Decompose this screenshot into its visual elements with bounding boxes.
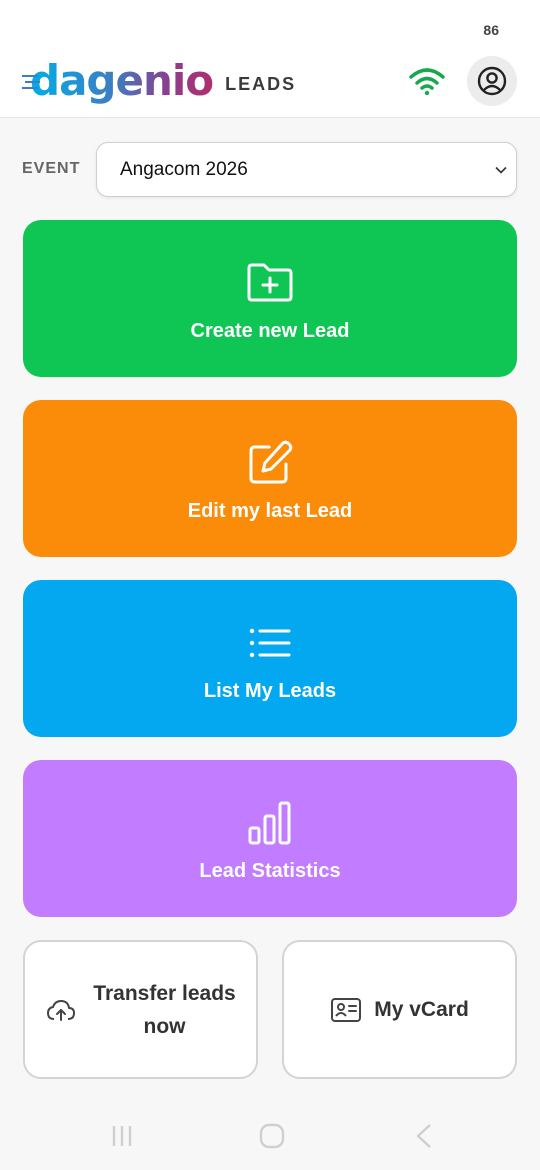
chevron-down-icon — [495, 166, 507, 174]
status-bar: 86 — [0, 0, 540, 50]
my-vcard-label: My vCard — [374, 998, 469, 1021]
cloud-upload-icon — [47, 1000, 75, 1021]
transfer-leads-label: Transfer leads now — [93, 981, 236, 1038]
system-navbar — [0, 1100, 540, 1170]
lead-statistics-button[interactable]: Lead Statistics — [23, 760, 517, 917]
id-card-icon — [331, 997, 362, 1022]
wifi-icon[interactable] — [408, 66, 446, 96]
edit-last-lead-button[interactable]: Edit my last Lead — [23, 400, 517, 557]
speed-lines-icon — [22, 75, 40, 89]
recent-apps-icon[interactable] — [108, 1122, 136, 1150]
my-vcard-button[interactable]: My vCard — [282, 940, 517, 1079]
create-new-lead-button[interactable]: Create new Lead — [23, 220, 517, 377]
edit-icon — [249, 440, 293, 484]
folder-plus-icon — [247, 263, 293, 302]
list-my-leads-button[interactable]: List My Leads — [23, 580, 517, 737]
app-header: dagenio LEADS — [0, 50, 540, 118]
transfer-leads-button[interactable]: Transfer leads now — [23, 940, 258, 1079]
list-my-leads-label: List My Leads — [203, 680, 337, 702]
battery-level: 86 — [483, 22, 499, 38]
list-icon — [249, 628, 291, 658]
user-circle-icon — [477, 66, 507, 96]
event-select[interactable]: Angacom 2026 — [96, 142, 517, 197]
bar-chart-icon — [248, 801, 291, 845]
account-button[interactable] — [467, 56, 517, 106]
event-row: EVENT Angacom 2026 — [0, 142, 540, 197]
edit-last-lead-label: Edit my last Lead — [187, 500, 353, 522]
event-selected-value: Angacom 2026 — [120, 159, 248, 180]
back-icon[interactable] — [410, 1122, 438, 1150]
app-label: LEADS — [225, 73, 297, 94]
create-new-lead-label: Create new Lead — [190, 320, 350, 342]
lead-statistics-label: Lead Statistics — [199, 860, 341, 882]
dagenio-logo: dagenio LEADS — [22, 58, 296, 104]
event-label: EVENT — [22, 160, 81, 177]
logo-text: dagenio — [30, 56, 214, 105]
home-icon[interactable] — [258, 1122, 286, 1150]
